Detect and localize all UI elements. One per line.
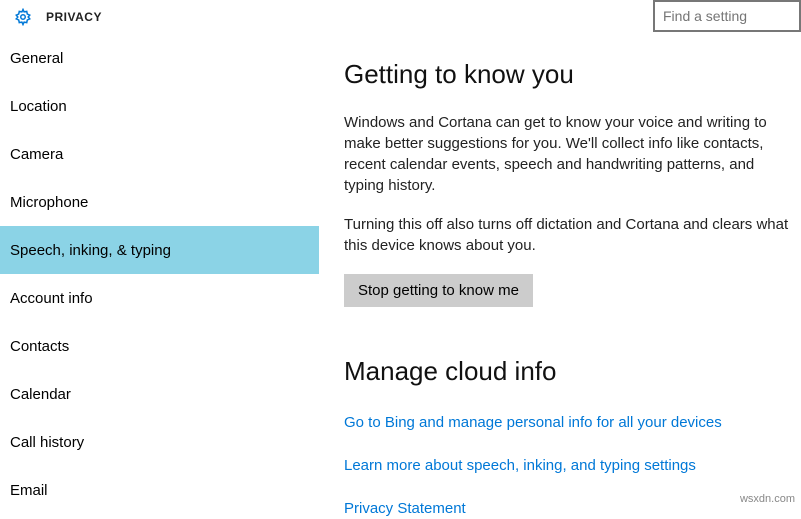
sidebar-item-general[interactable]: General bbox=[0, 34, 319, 82]
sidebar-item-camera[interactable]: Camera bbox=[0, 130, 319, 178]
description-2: Turning this off also turns off dictatio… bbox=[344, 214, 801, 256]
sidebar-item-contacts[interactable]: Contacts bbox=[0, 322, 319, 370]
gear-icon bbox=[14, 8, 32, 26]
page-title: PRIVACY bbox=[46, 10, 102, 24]
heading-getting-to-know-you: Getting to know you bbox=[344, 56, 801, 92]
description-1: Windows and Cortana can get to know your… bbox=[344, 112, 801, 196]
sidebar-item-call-history[interactable]: Call history bbox=[0, 418, 319, 466]
sidebar-item-account-info[interactable]: Account info bbox=[0, 274, 319, 322]
sidebar: General Location Camera Microphone Speec… bbox=[0, 34, 320, 507]
search-box[interactable] bbox=[653, 0, 801, 32]
link-bing-personal-info[interactable]: Go to Bing and manage personal info for … bbox=[344, 412, 801, 433]
sidebar-item-speech-inking-typing[interactable]: Speech, inking, & typing bbox=[0, 226, 319, 274]
sidebar-item-label: Account info bbox=[10, 290, 93, 307]
sidebar-item-label: Calendar bbox=[10, 386, 71, 403]
sidebar-item-label: Location bbox=[10, 98, 67, 115]
sidebar-item-label: Microphone bbox=[10, 194, 88, 211]
heading-manage-cloud-info: Manage cloud info bbox=[344, 353, 801, 389]
sidebar-item-label: Speech, inking, & typing bbox=[10, 242, 171, 259]
content: Getting to know you Windows and Cortana … bbox=[320, 34, 801, 507]
search-input[interactable] bbox=[653, 0, 801, 32]
sidebar-item-location[interactable]: Location bbox=[0, 82, 319, 130]
sidebar-item-label: General bbox=[10, 50, 63, 67]
sidebar-item-label: Call history bbox=[10, 434, 84, 451]
sidebar-item-label: Camera bbox=[10, 146, 63, 163]
stop-getting-to-know-me-button[interactable]: Stop getting to know me bbox=[344, 274, 533, 307]
link-learn-more[interactable]: Learn more about speech, inking, and typ… bbox=[344, 455, 801, 476]
sidebar-item-microphone[interactable]: Microphone bbox=[0, 178, 319, 226]
link-privacy-statement[interactable]: Privacy Statement bbox=[344, 498, 801, 519]
sidebar-item-calendar[interactable]: Calendar bbox=[0, 370, 319, 418]
watermark: wsxdn.com bbox=[740, 493, 795, 505]
sidebar-item-label: Contacts bbox=[10, 338, 69, 355]
sidebar-item-label: Email bbox=[10, 482, 48, 499]
